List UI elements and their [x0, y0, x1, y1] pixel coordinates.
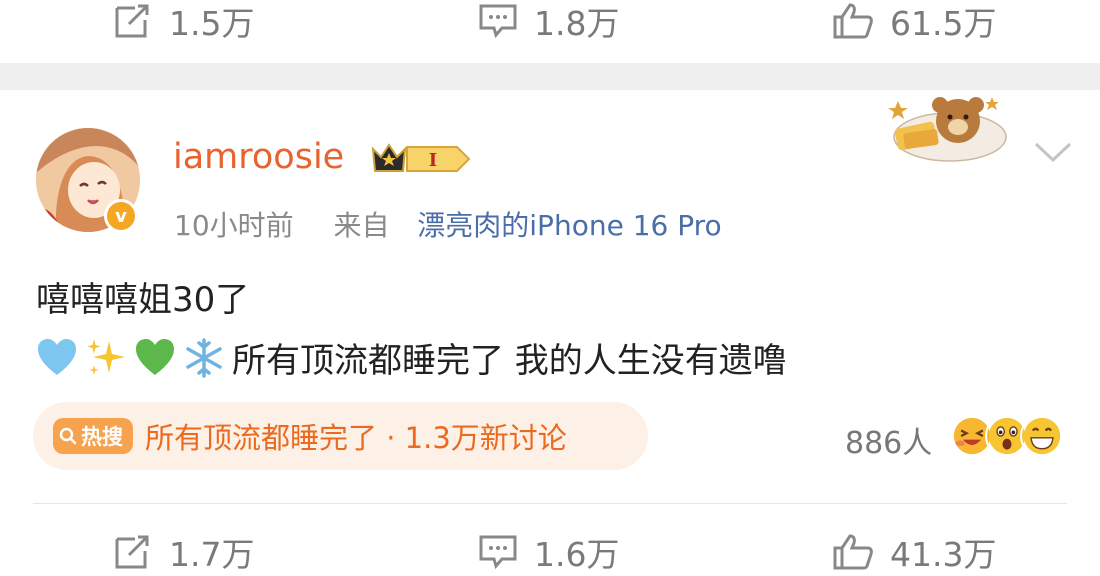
repost-count: 1.5万	[169, 4, 255, 43]
light-blue-heart-icon	[38, 338, 76, 375]
hot-search-link[interactable]: 热搜 所有顶流都睡完了 · 1.3万新讨论	[33, 402, 648, 470]
like-action-bottom[interactable]: 41.3万	[832, 528, 996, 576]
search-icon	[59, 427, 77, 445]
vip-level: I	[429, 150, 437, 171]
hot-search-badge-label: 热搜	[81, 425, 123, 449]
post-text-line1: 嘻嘻嘻姐30了	[36, 280, 250, 320]
verified-badge-icon: v	[104, 199, 138, 233]
repost-action[interactable]: 1.5万	[113, 0, 254, 45]
post-time: 10小时前	[174, 209, 294, 242]
comment-icon	[479, 4, 517, 39]
grinning-face-icon	[1020, 414, 1064, 458]
hot-search-badge: 热搜	[53, 418, 133, 454]
like-action[interactable]: 61.5万	[832, 0, 996, 45]
chevron-down-icon[interactable]	[1033, 140, 1073, 166]
hot-search-text: 所有顶流都睡完了 · 1.3万新讨论	[145, 421, 567, 455]
sparkles-icon	[87, 338, 125, 375]
repost-icon	[115, 535, 149, 569]
snowflake-icon	[186, 337, 222, 378]
comment-action[interactable]: 1.8万	[478, 0, 619, 45]
post-text-line2-content: 所有顶流都睡完了 我的人生没有遗噜	[232, 341, 787, 381]
comment-action-bottom[interactable]: 1.6万	[478, 528, 619, 576]
username[interactable]: iamroosie	[173, 137, 344, 177]
like-count: 61.5万	[890, 4, 997, 43]
repost-action-bottom[interactable]: 1.7万	[113, 528, 254, 576]
comment-count: 1.6万	[534, 535, 620, 574]
comment-icon	[479, 535, 517, 570]
repost-icon	[115, 4, 149, 38]
green-heart-icon	[136, 338, 174, 375]
post-meta: 10小时前 来自 漂亮肉的iPhone 16 Pro	[174, 204, 722, 244]
vip-crown-icon[interactable]: I	[371, 139, 475, 183]
thumbs-up-icon	[833, 534, 873, 570]
source-prefix: 来自	[333, 209, 390, 242]
like-count: 41.3万	[890, 535, 997, 574]
comment-count: 1.8万	[534, 4, 620, 43]
source-device[interactable]: 漂亮肉的iPhone 16 Pro	[417, 209, 721, 242]
reaction-faces[interactable]	[950, 414, 1064, 458]
bear-sticker-icon	[886, 91, 1010, 175]
thumbs-up-icon	[833, 3, 873, 39]
section-separator	[0, 63, 1100, 90]
post-text-line2: 所有顶流都睡完了 我的人生没有遗噜	[36, 333, 787, 382]
reaction-count[interactable]: 886人	[845, 418, 932, 462]
action-divider	[33, 503, 1067, 504]
repost-count: 1.7万	[169, 535, 255, 574]
